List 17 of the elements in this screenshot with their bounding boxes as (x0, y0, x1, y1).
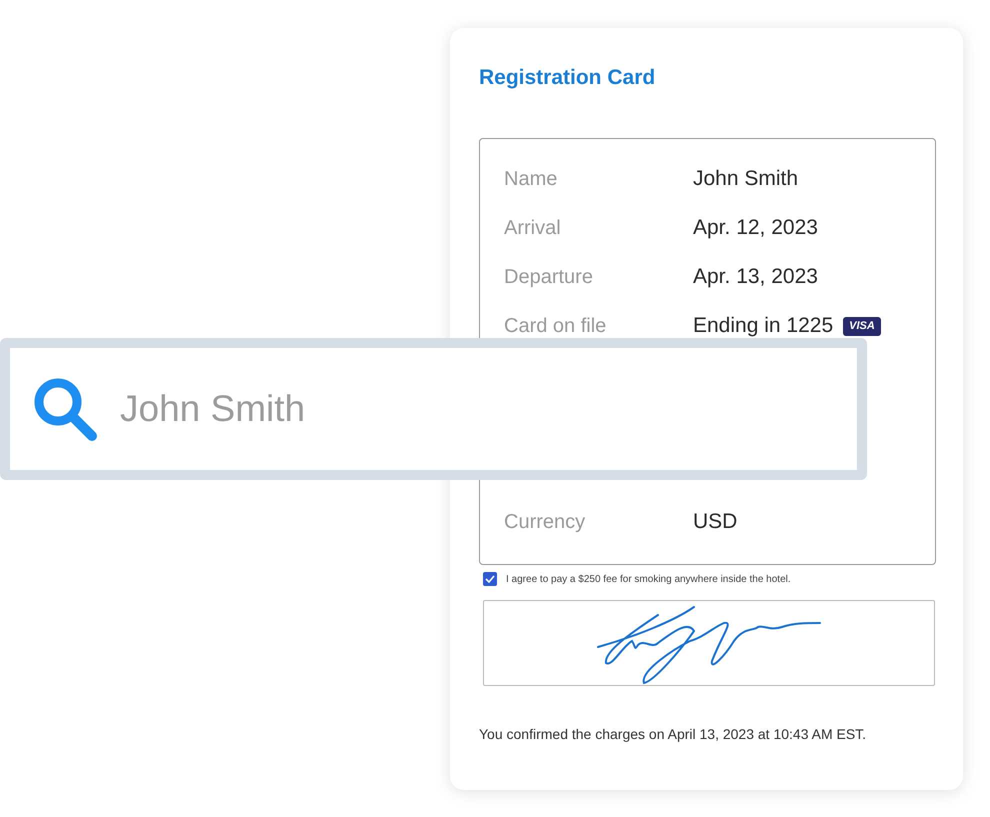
field-label: Name (504, 167, 558, 192)
field-value: Apr. 13, 2023 (693, 264, 818, 290)
field-label: Currency (504, 510, 586, 535)
field-value: Ending in 1225 (693, 313, 834, 340)
field-label: Arrival (504, 216, 562, 241)
card-brand-badge: VISA (843, 316, 881, 336)
agreement-text: I agree to pay a $250 fee for smoking anywhere inside the hotel. (506, 572, 791, 586)
search-value: John Smith (120, 387, 306, 432)
search-field[interactable]: John Smith (0, 338, 867, 480)
confirmation-text: You confirmed the charges on April 13, 2023 at 10:43 AM EST. (479, 724, 868, 744)
card-title: Registration Card (479, 65, 656, 91)
field-value: Apr. 12, 2023 (693, 215, 818, 242)
field-value: USD (693, 509, 738, 536)
field-label: Departure (504, 265, 594, 290)
agreement-checkbox[interactable] (483, 572, 497, 586)
field-value: John Smith (693, 166, 798, 192)
field-label: Card on file (504, 314, 608, 339)
